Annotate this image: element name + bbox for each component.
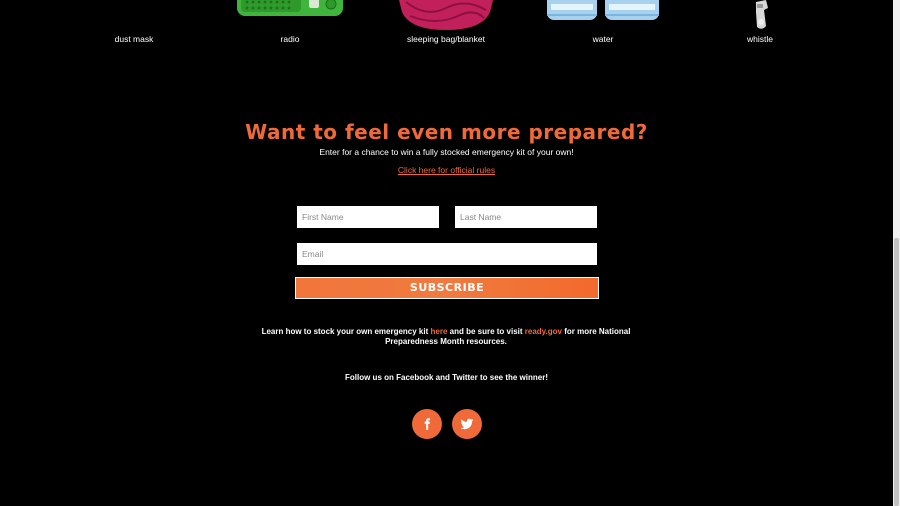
learn-text: Learn how to stock your own emergency ki… [246,327,646,347]
sleeping-bag-image [399,0,493,30]
follow-text: Follow us on Facebook and Twitter to see… [345,373,548,382]
page-scrollbar[interactable] [893,0,900,506]
item-label: water [592,34,614,44]
last-name-input[interactable] [455,206,597,228]
ready-gov-link[interactable]: ready.gov [525,327,562,336]
facebook-icon [424,418,430,430]
facebook-button[interactable] [412,409,442,439]
item-label: radio [280,34,300,44]
whistle-image [756,0,768,29]
first-name-input[interactable] [297,206,439,228]
scrollbar-thumb[interactable] [894,238,899,506]
water-image [547,0,659,20]
promo-subtext: Enter for a chance to win a fully stocke… [319,147,574,157]
page: dust mask radio sleeping bag/blanket wat… [0,0,893,506]
learn-text-mid: and be sure to visit [447,327,525,336]
radio-image [237,0,343,16]
promo-headline: Want to feel even more prepared? [245,120,648,144]
twitter-button[interactable] [452,409,482,439]
kit-here-link[interactable]: here [431,327,448,336]
learn-text-pre: Learn how to stock your own emergency ki… [261,327,431,336]
email-input[interactable] [297,243,597,265]
item-label: whistle [747,34,773,44]
subscribe-button[interactable]: SUBSCRIBE [295,277,599,299]
item-label: dust mask [114,34,154,44]
official-rules-link[interactable]: Click here for official rules [0,165,893,175]
twitter-icon [460,418,474,430]
item-label: sleeping bag/blanket [407,34,485,44]
